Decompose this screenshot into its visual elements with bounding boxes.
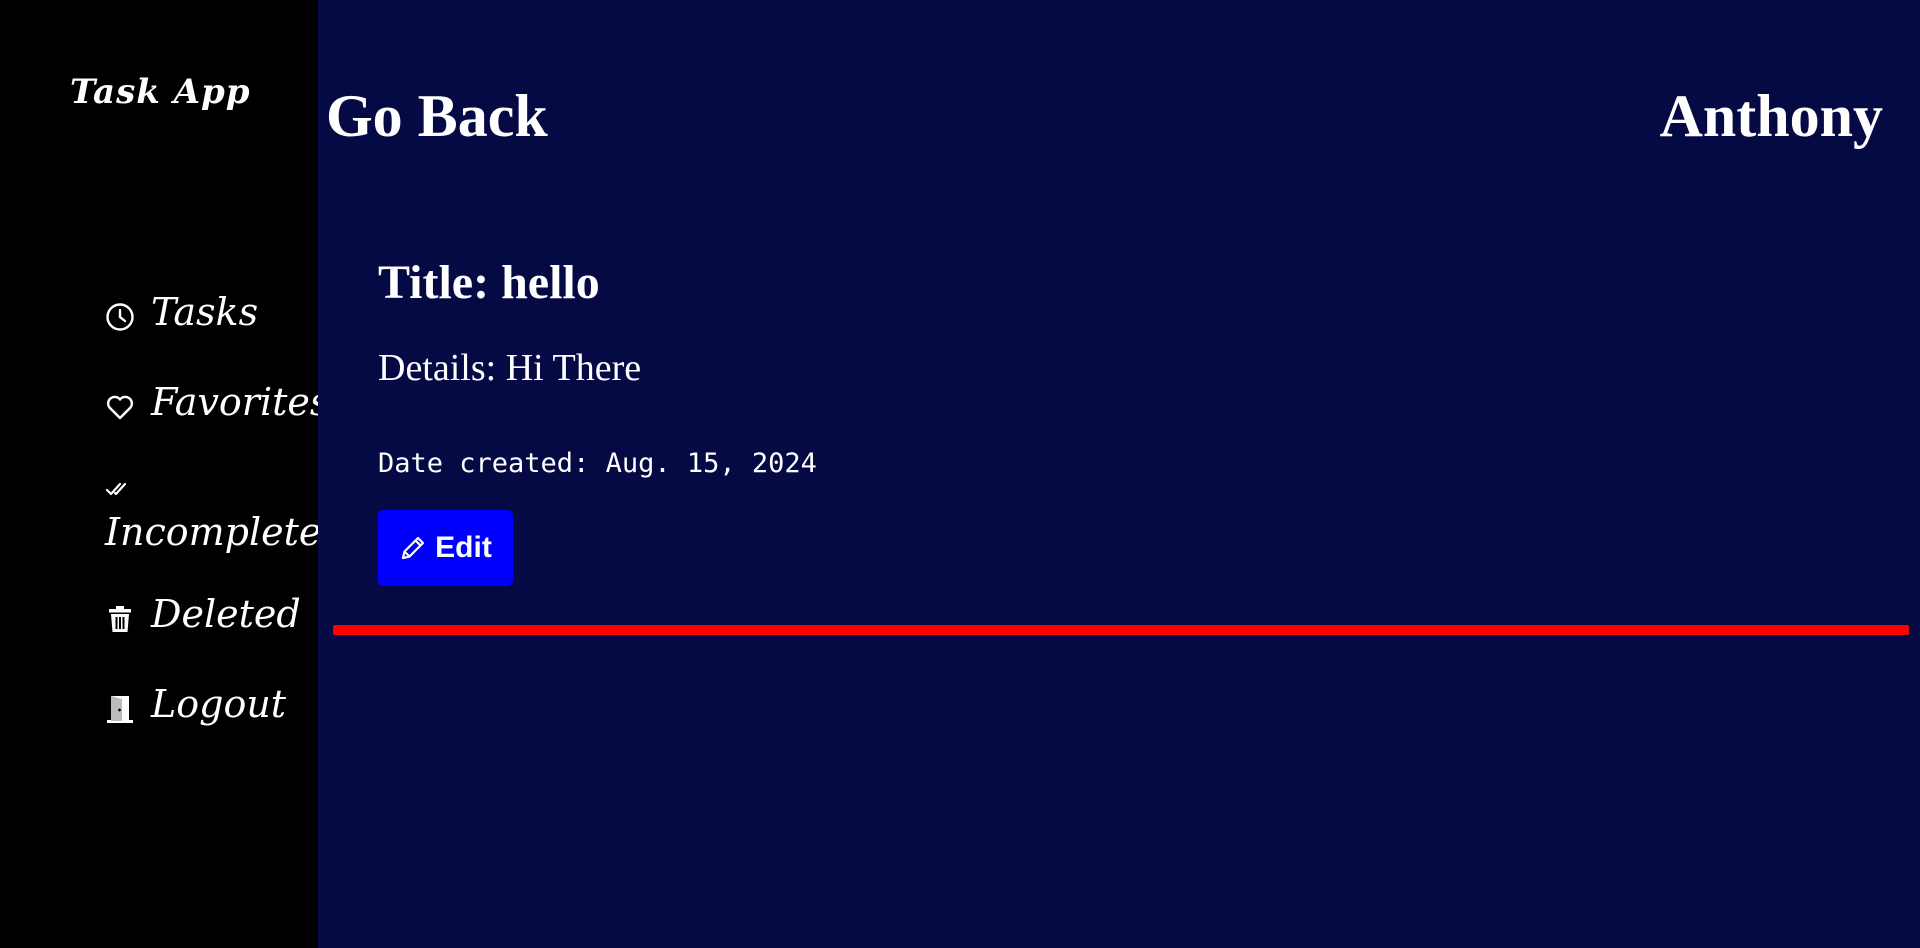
sidebar-item-label: Incomplete (105, 510, 322, 554)
edit-button-label: Edit (435, 531, 492, 564)
door-icon (105, 689, 135, 723)
app-brand: Task App (70, 72, 251, 112)
pencil-icon (399, 534, 427, 562)
sidebar-item-deleted[interactable]: Deleted (105, 592, 335, 636)
sidebar-item-favorites[interactable]: Favorites (105, 380, 335, 424)
go-back-link[interactable]: Go Back (326, 82, 548, 151)
heart-icon (105, 387, 135, 420)
sidebar-item-label: Logout (151, 682, 287, 726)
sidebar-item-tasks[interactable]: Tasks (105, 290, 335, 334)
trash-icon (105, 599, 135, 632)
task-date-created: Date created: Aug. 15, 2024 (378, 448, 817, 479)
sidebar-item-logout[interactable]: Logout (105, 682, 335, 726)
main-content: Go Back Anthony Title: hello Details: Hi… (318, 0, 1920, 948)
user-name: Anthony (1659, 83, 1883, 149)
sidebar-nav: Tasks Favorites Incomplete Deleted Logou… (105, 290, 335, 772)
sidebar-item-label: Favorites (151, 380, 330, 424)
sidebar-item-label: Tasks (151, 290, 259, 334)
sidebar-item-label: Deleted (151, 592, 301, 636)
edit-button[interactable]: Edit (378, 510, 513, 586)
sidebar-item-incomplete[interactable]: Incomplete (105, 464, 335, 554)
sidebar: Task App Tasks Favorites Incomplete Dele… (0, 0, 329, 948)
task-details: Details: Hi There (378, 347, 642, 389)
task-title: Title: hello (378, 256, 600, 309)
double-check-icon (105, 464, 133, 496)
divider (333, 625, 1909, 635)
clock-icon (105, 297, 135, 331)
